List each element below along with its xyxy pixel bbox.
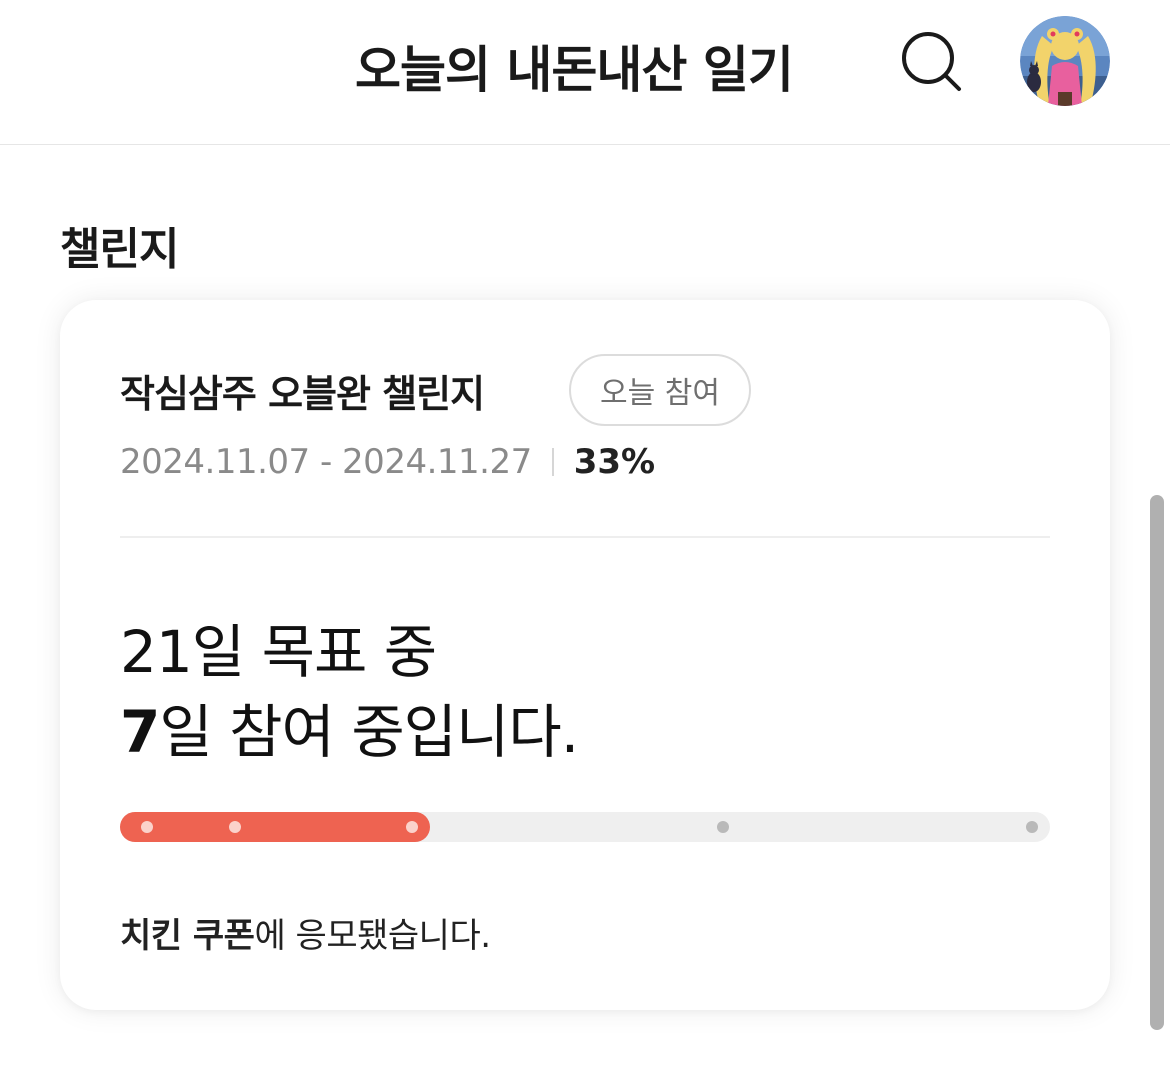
progress-milestone-dot (1026, 821, 1039, 833)
goal-summary-line2: 7일 참여 중입니다. (120, 685, 579, 769)
page: 오늘의 내돈내산 일기 챌린지 작심삼주 오블완 챌린지 오늘 참여 2024.… (0, 0, 1170, 1083)
card-divider (120, 536, 1050, 538)
challenge-percent: 33% (573, 442, 656, 482)
challenge-period-row: 2024.11.07 - 2024.11.27 33% (120, 440, 655, 484)
today-participation-chip[interactable]: 오늘 참여 (569, 354, 751, 426)
top-header: 오늘의 내돈내산 일기 (0, 0, 1170, 145)
vertical-scrollbar[interactable] (1150, 495, 1164, 1030)
progress-milestone-dot (716, 821, 729, 833)
search-icon (902, 32, 961, 91)
progress-milestone-dot (406, 821, 419, 833)
section-title: 챌린지 (60, 224, 179, 275)
goal-summary-line1: 21일 목표 중 (120, 618, 437, 686)
period-separator (551, 448, 554, 476)
participated-days: 7 (120, 698, 160, 766)
reward-status-rest: 에 응모됐습니다. (254, 916, 491, 956)
reward-status: 치킨 쿠폰에 응모됐습니다. (120, 908, 491, 957)
challenge-period: 2024.11.07 - 2024.11.27 (120, 442, 532, 482)
progress-fill (120, 812, 430, 842)
search-button[interactable] (900, 30, 964, 94)
progress-milestone-dot (140, 821, 153, 833)
reward-name: 치킨 쿠폰 (120, 916, 255, 956)
challenge-title: 작심삼주 오블완 챌린지 (120, 372, 485, 416)
challenge-card[interactable]: 작심삼주 오블완 챌린지 오늘 참여 2024.11.07 - 2024.11.… (60, 300, 1110, 1010)
avatar-image (1020, 16, 1110, 106)
goal-line2-rest: 일 참여 중입니다. (159, 698, 579, 766)
app-title: 오늘의 내돈내산 일기 (355, 41, 794, 99)
progress-bar (120, 812, 1050, 842)
profile-avatar[interactable] (1020, 16, 1110, 106)
